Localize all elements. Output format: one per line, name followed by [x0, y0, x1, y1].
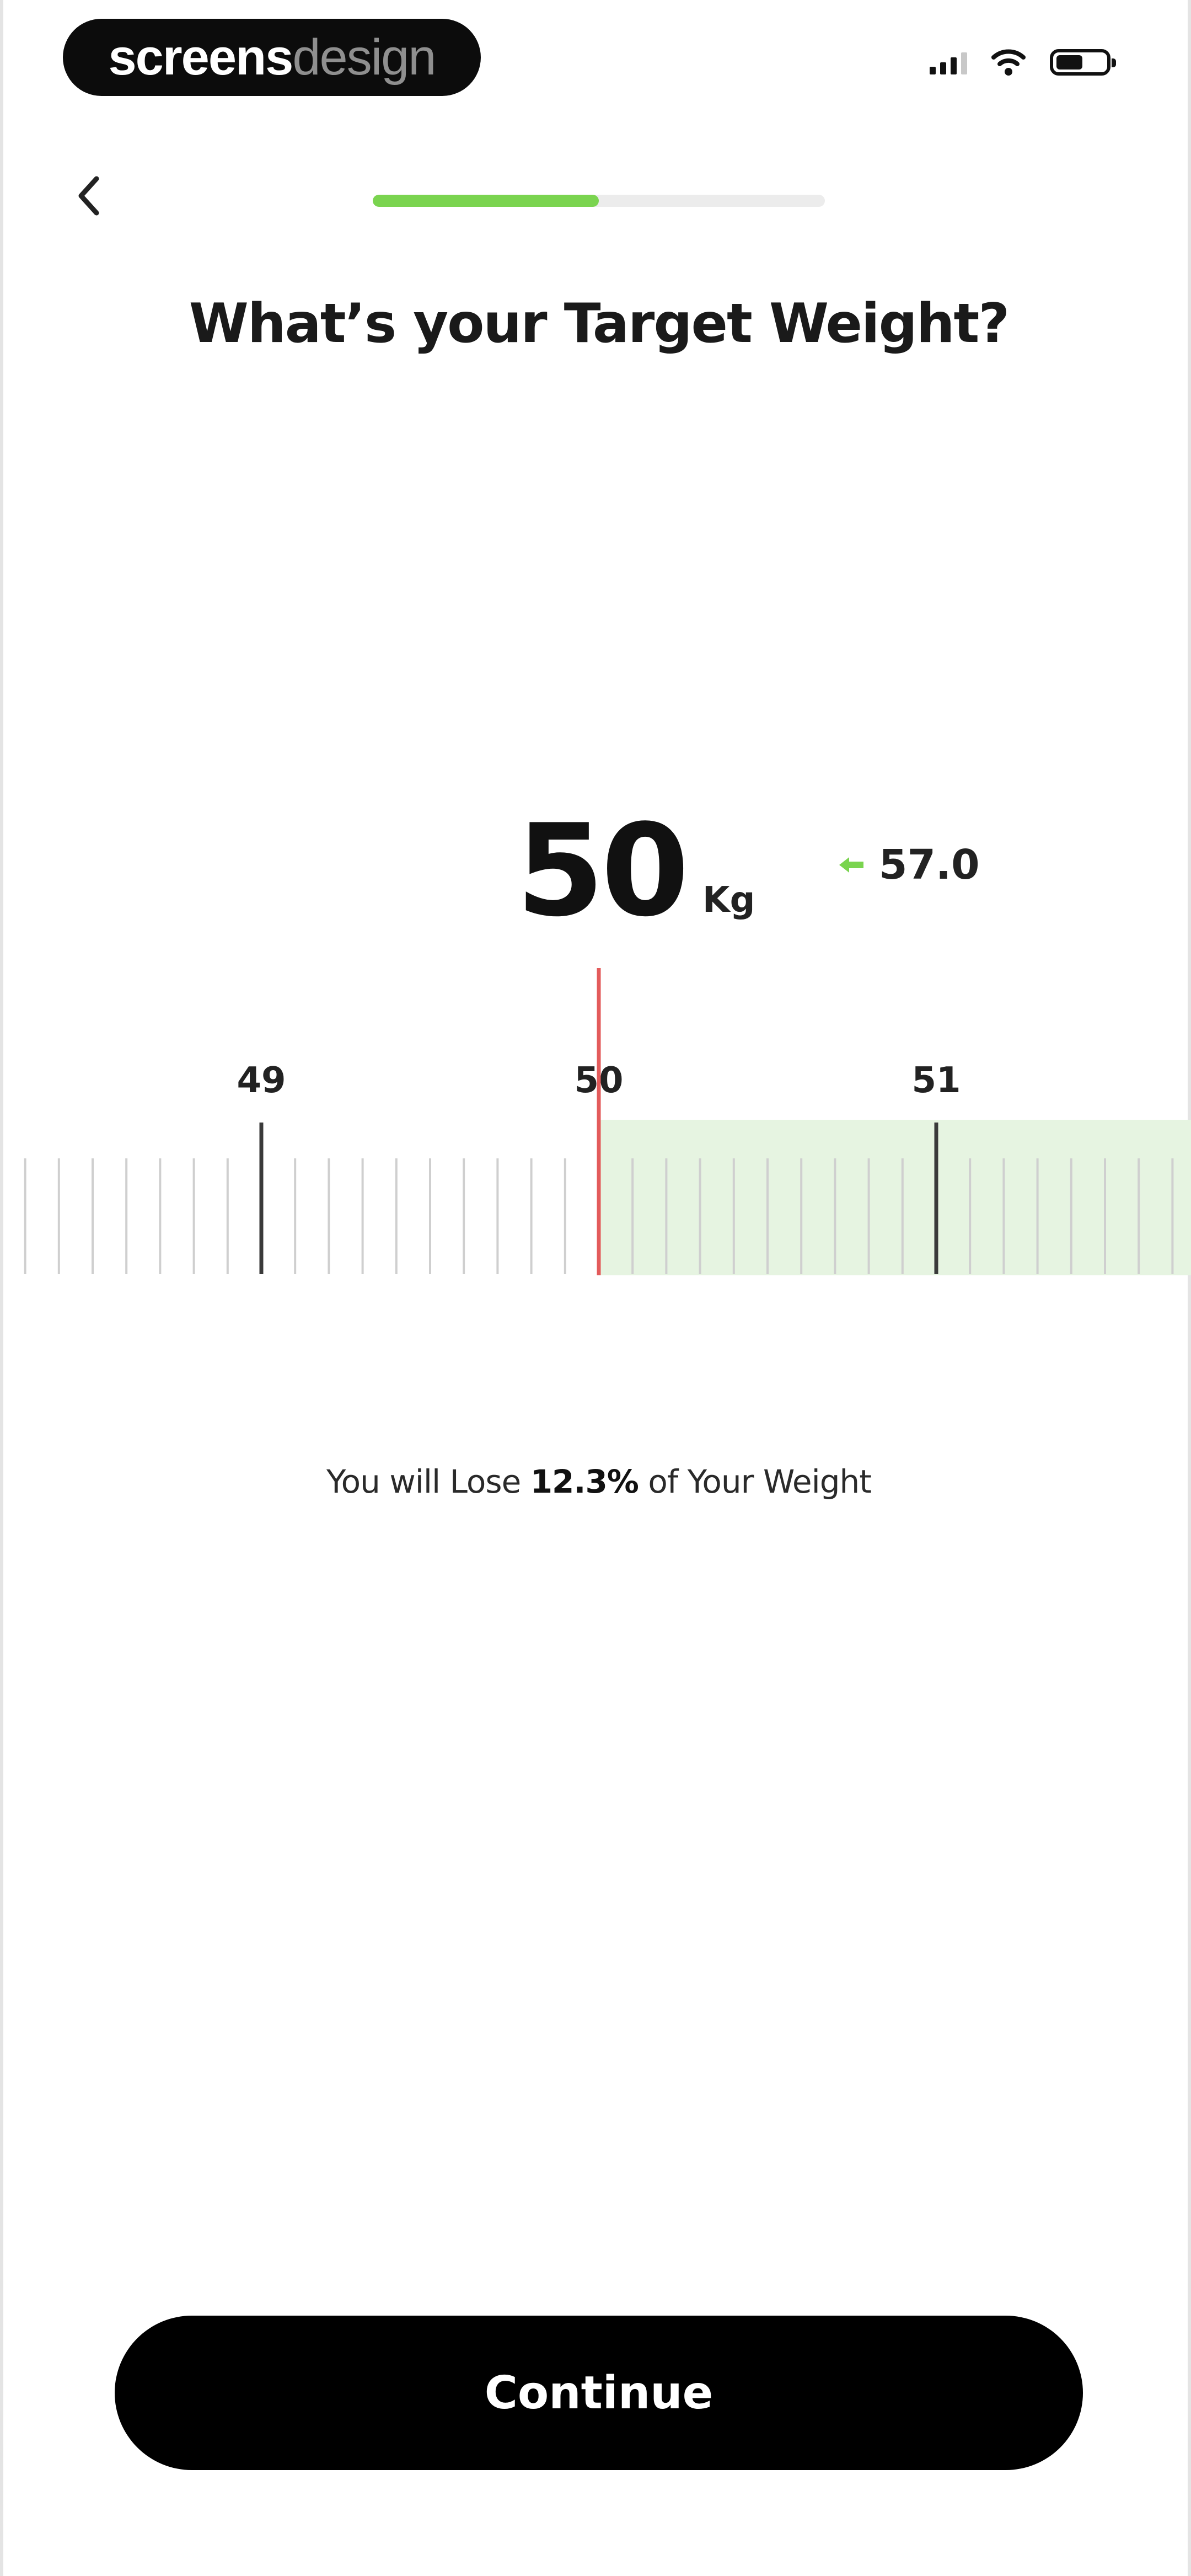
cellular-signal-icon [930, 50, 967, 74]
current-weight-indicator: 57.0 [836, 841, 980, 889]
ruler-label-49: 49 [237, 1060, 286, 1101]
target-weight-value: 50 [516, 798, 689, 945]
target-weight-unit: Kg [702, 880, 755, 921]
weight-loss-message: You will Lose 12.3% of Your Weight [3, 1463, 1191, 1500]
page-title: What’s your Target Weight? [189, 292, 1010, 355]
battery-icon [1050, 49, 1116, 76]
message-suffix: of Your Weight [638, 1463, 872, 1500]
chevron-left-icon [78, 176, 99, 216]
arrow-left-icon [839, 857, 863, 873]
onboarding-progress-bar [373, 195, 825, 207]
message-prefix: You will Lose [326, 1463, 530, 1500]
ruler-label-51: 51 [911, 1060, 961, 1101]
weight-ruler-slider[interactable]: 49 50 51 [3, 960, 1191, 1280]
current-weight-value: 57.0 [879, 841, 980, 889]
onboarding-progress-fill [373, 195, 599, 207]
watermark-text-light: design [292, 29, 436, 85]
app-screen: screens design What’s your Target Weight?… [0, 0, 1191, 2576]
status-icons [930, 49, 1116, 76]
wifi-icon [991, 49, 1026, 76]
selected-range-highlight [599, 1120, 1191, 1275]
watermark-badge: screens design [63, 19, 481, 96]
continue-button[interactable]: Continue [115, 2316, 1083, 2470]
watermark-text-bold: screens [108, 29, 294, 85]
weight-loss-percent: 12.3% [530, 1463, 639, 1500]
ruler-graphic[interactable]: 49 50 51 [3, 960, 1191, 1280]
battery-level [1056, 55, 1082, 70]
back-button[interactable] [64, 165, 114, 226]
